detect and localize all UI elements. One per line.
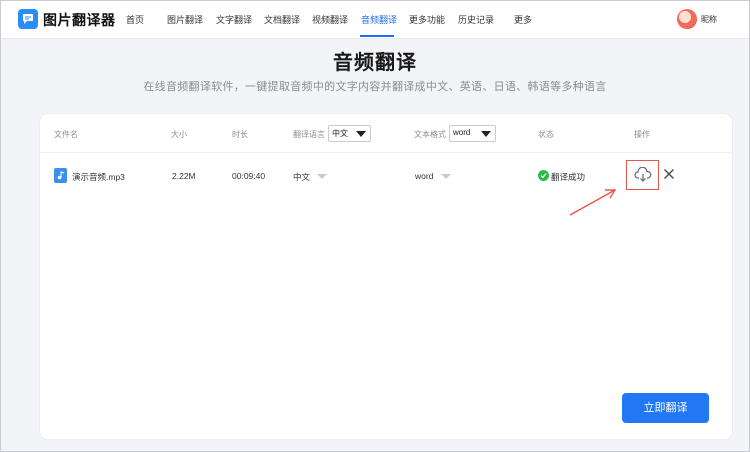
header-format: 文本格式 [414, 130, 446, 139]
language-select[interactable]: 中文 [328, 125, 371, 142]
dropdown-arrow-icon [356, 131, 366, 137]
check-circle-icon [538, 170, 549, 181]
header-divider [40, 152, 732, 153]
logo-icon[interactable] [18, 9, 38, 29]
download-button[interactable] [626, 160, 659, 190]
header-duration: 时长 [232, 130, 248, 139]
row-size: 2.22M [172, 171, 196, 181]
nav-item-document-translate[interactable]: 文档翻译 [264, 13, 300, 26]
avatar[interactable] [677, 9, 697, 29]
format-select[interactable]: word [449, 125, 496, 142]
nav-item-more[interactable]: 更多 [514, 13, 532, 26]
nav-item-history[interactable]: 历史记录 [458, 13, 494, 26]
translate-now-button[interactable]: 立即翻译 [622, 393, 709, 423]
header-status: 状态 [538, 130, 554, 139]
header-file-name: 文件名 [54, 130, 78, 139]
page-title: 音频翻译 [333, 52, 417, 74]
row-duration: 00:09:40 [232, 171, 266, 181]
nav-item-more-features[interactable]: 更多功能 [409, 13, 445, 26]
close-icon[interactable] [663, 168, 675, 180]
user-name[interactable]: 昵称 [701, 14, 717, 25]
cloud-download-icon [634, 167, 652, 182]
page-subtitle: 在线音频翻译软件，一键提取音频中的文字内容并翻译成中文、英语、日语、韩语等多种语… [143, 81, 607, 93]
active-nav-indicator [360, 35, 394, 37]
nav-item-text-translate[interactable]: 文字翻译 [216, 13, 252, 26]
row-format-dropdown-icon[interactable] [441, 174, 451, 179]
annotation-arrow-icon [569, 189, 617, 216]
row-language-dropdown-icon[interactable] [317, 174, 327, 179]
header-action: 操作 [634, 130, 650, 139]
format-select-value: word [453, 128, 471, 137]
row-file-name: 演示音频.mp3 [72, 172, 125, 182]
language-select-value: 中文 [332, 129, 348, 138]
nav-item-home[interactable]: 首页 [126, 13, 144, 26]
app-title[interactable]: 图片翻译器 [43, 10, 116, 30]
header-size: 大小 [171, 130, 187, 139]
header-language: 翻译语言 [293, 130, 325, 139]
nav-item-image-translate[interactable]: 图片翻译 [167, 13, 203, 26]
top-nav-bar: 图片翻译器 首页 图片翻译 文字翻译 文档翻译 视频翻译 音频翻译 更多功能 历… [1, 1, 749, 39]
nav-item-video-translate[interactable]: 视频翻译 [312, 13, 348, 26]
row-status: 翻译成功 [551, 172, 586, 182]
audio-file-icon [54, 168, 67, 183]
row-format[interactable]: word [415, 171, 433, 181]
nav-item-audio-translate[interactable]: 音频翻译 [361, 13, 397, 26]
row-language[interactable]: 中文 [293, 171, 310, 183]
dropdown-arrow-icon [481, 131, 491, 137]
